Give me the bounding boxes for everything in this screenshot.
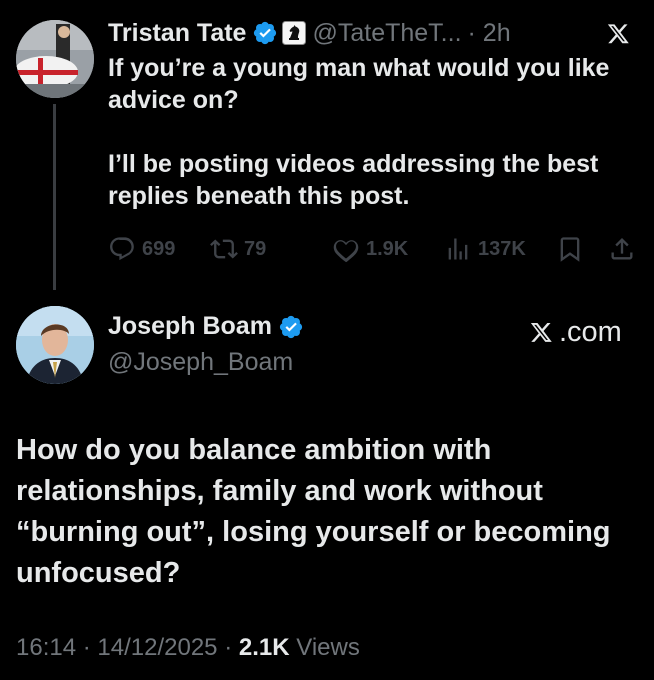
brand-suffix: .com: [559, 315, 622, 348]
reply-icon: [110, 237, 134, 261]
post-time[interactable]: · 2h: [468, 19, 511, 48]
tweet-paragraph-1: If you’re a young man what would you lik…: [108, 54, 610, 114]
x-logo-icon: [530, 323, 552, 342]
tweet-metadata: 16:14 · 14/12/2025 · 2.1K Views: [16, 634, 360, 661]
reply-button[interactable]: 699: [108, 231, 175, 267]
views-chart-icon: [448, 238, 468, 260]
reply-tweet: Joseph Boam @Joseph_Boam .com How do you…: [0, 290, 654, 680]
thread-line: [53, 104, 56, 290]
share-icon: [611, 238, 633, 260]
author-name[interactable]: Joseph Boam: [108, 312, 272, 341]
heart-icon: [333, 240, 359, 263]
original-tweet: Tristan Tate @TateTheT... · 2h If you’re…: [0, 0, 654, 290]
views-count: 2.1K: [238, 634, 290, 661]
verified-badge-icon[interactable]: [252, 20, 278, 46]
joseph-boam-avatar[interactable]: [16, 306, 94, 384]
author-name[interactable]: Tristan Tate: [108, 19, 246, 48]
chess-knight-icon[interactable]: [282, 21, 307, 45]
tweet-header: Joseph Boam: [108, 312, 304, 341]
views-label: Views: [296, 634, 360, 661]
views-count: 137K: [478, 237, 526, 260]
bookmark-button[interactable]: [556, 231, 590, 267]
tweet-header: Tristan Tate @TateTheT... · 2h: [108, 16, 511, 50]
post-time[interactable]: 16:14: [16, 634, 76, 661]
like-button[interactable]: 1.9K: [332, 231, 408, 267]
author-handle[interactable]: @TateTheT...: [312, 19, 461, 48]
post-date[interactable]: 14/12/2025: [97, 634, 217, 661]
x-logo-icon: [607, 24, 629, 44]
author-handle[interactable]: @Joseph_Boam: [108, 348, 293, 377]
like-count: 1.9K: [366, 237, 409, 260]
verified-badge-icon[interactable]: [278, 314, 304, 340]
repost-icon: [210, 239, 238, 259]
tweet-text: How do you balance ambition with relatio…: [16, 434, 611, 589]
repost-count: 79: [244, 237, 267, 260]
tweet-paragraph-2: I’ll be posting videos addressing the be…: [108, 150, 599, 210]
tweet-actions: 699 79 1.9K 137K: [108, 231, 636, 267]
reply-count: 699: [142, 237, 176, 260]
views-button[interactable]: 137K: [444, 231, 526, 267]
repost-button[interactable]: 79: [210, 231, 266, 267]
bookmark-icon: [560, 237, 580, 262]
share-button[interactable]: [608, 231, 642, 267]
x-com-logo: .com: [520, 312, 622, 352]
tristan-tate-avatar[interactable]: [16, 20, 94, 98]
tweet-text: If you’re a young man what would you lik…: [108, 52, 648, 212]
